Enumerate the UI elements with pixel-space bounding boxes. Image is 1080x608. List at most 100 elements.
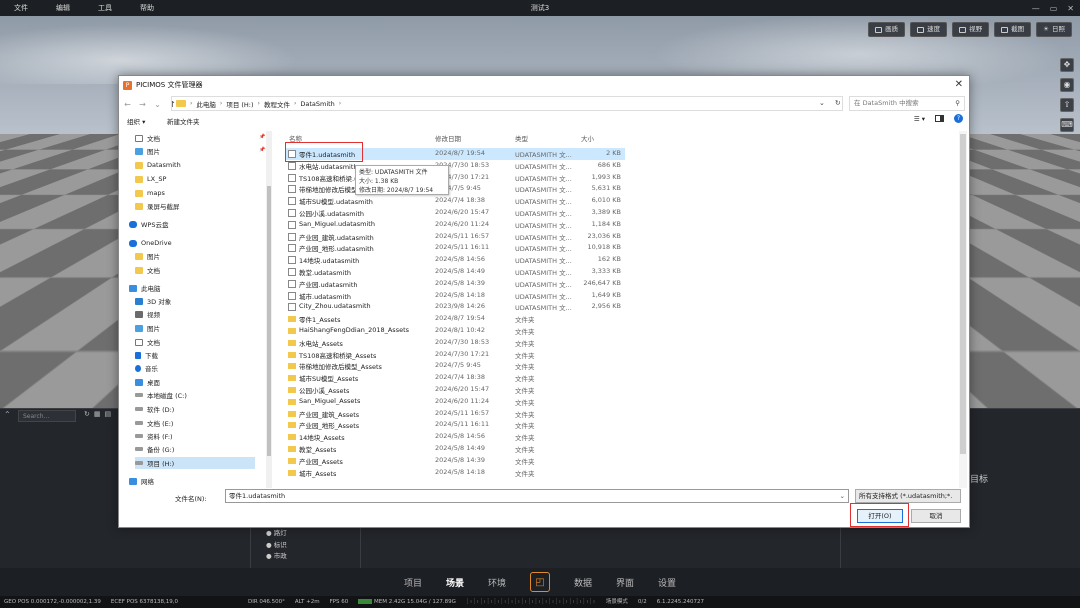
file-row[interactable]: 城市.udatasmith 2024/5/8 14:18 UDATASMITH 文.…	[285, 290, 625, 302]
nav-item[interactable]: maps	[135, 187, 165, 199]
close-icon[interactable]: ✕	[1067, 4, 1074, 13]
refresh-icon[interactable]: ↻	[84, 410, 90, 418]
tab-environment[interactable]: 环境	[488, 576, 506, 589]
nav-scrollbar-thumb[interactable]	[267, 186, 271, 456]
file-row[interactable]: HaiShangFengDdian_2018_Assets 2024/8/1 10…	[285, 325, 625, 337]
file-row[interactable]: 带梯地加修改后模型_Assets 2024/7/5 9:45 文件夹	[285, 360, 625, 372]
nav-item[interactable]: OneDrive	[129, 237, 172, 249]
file-list-scrollbar-thumb[interactable]	[960, 134, 966, 454]
asset-search-input[interactable]: Search...	[18, 410, 76, 422]
breadcrumb-item[interactable]: 此电脑	[196, 99, 216, 109]
nav-item[interactable]: LX_SP	[135, 173, 166, 185]
view-button[interactable]: 视野	[952, 22, 990, 37]
file-row[interactable]: 教堂.udatasmith 2024/5/8 14:49 UDATASMITH 文.…	[285, 266, 625, 278]
layer-item[interactable]: ● 标识	[266, 540, 287, 552]
file-row[interactable]: TS108高速和桥梁_Assets 2024/7/30 17:21 文件夹	[285, 349, 625, 361]
nav-item[interactable]: 视频	[135, 308, 160, 320]
nav-item[interactable]: 网络	[129, 475, 154, 487]
nav-item[interactable]: 文档	[135, 336, 160, 348]
column-type[interactable]: 类型	[515, 133, 528, 143]
menu-tools[interactable]: 工具	[84, 0, 126, 16]
file-row[interactable]: 产业园_Assets 2024/5/8 14:39 文件夹	[285, 455, 625, 467]
file-row[interactable]: 产业园_地形.udatasmith 2024/5/11 16:11 UDATASMI…	[285, 242, 625, 254]
file-row[interactable]: 产业园_建筑.udatasmith 2024/5/11 16:57 UDATASMI…	[285, 231, 625, 243]
nav-item[interactable]: 此电脑	[129, 282, 161, 294]
help-icon[interactable]: ?	[954, 114, 963, 123]
file-row[interactable]: 零件1_Assets 2024/8/7 19:54 文件夹	[285, 313, 625, 325]
file-row[interactable]: San_Miguel_Assets 2024/6/20 11:24 文件夹	[285, 396, 625, 408]
breadcrumb-item[interactable]: 教程文件	[264, 99, 290, 109]
preview-pane-icon[interactable]	[935, 115, 944, 122]
nav-item[interactable]: 备份 (G:)	[135, 443, 174, 455]
keyboard-icon[interactable]: ⌨	[1060, 118, 1074, 132]
nav-item[interactable]: 桌面	[135, 376, 160, 388]
file-row[interactable]: 产业园_地形_Assets 2024/5/11 16:11 文件夹	[285, 419, 625, 431]
dropdown-icon[interactable]: ⌄	[819, 99, 825, 107]
grid-icon[interactable]: ▦	[94, 410, 101, 418]
speed-button[interactable]: 速度	[910, 22, 948, 37]
nav-item[interactable]: 项目 (H:)	[135, 457, 255, 469]
quality-button[interactable]: 画质	[868, 22, 906, 37]
nav-item[interactable]: 3D 对象	[135, 295, 171, 307]
orbit-icon[interactable]: ◉	[1060, 78, 1074, 92]
column-date[interactable]: 修改日期	[435, 133, 461, 143]
nav-item[interactable]: 音乐	[135, 362, 158, 374]
nav-item[interactable]: 录屏与截屏	[135, 200, 180, 212]
chevron-down-icon[interactable]: ⌄	[840, 490, 845, 502]
breadcrumb-item[interactable]: DataSmith	[300, 100, 334, 108]
nav-item[interactable]: 文档	[135, 132, 160, 144]
nav-item[interactable]: 文档	[135, 264, 160, 276]
file-row[interactable]: San_Miguel.udatasmith 2024/6/20 11:24 UDAT…	[285, 219, 625, 231]
cancel-button[interactable]: 取消	[911, 509, 961, 523]
file-row[interactable]: City_Zhou.udatasmith 2023/9/8 14:26 UDATAS…	[285, 301, 625, 313]
file-row[interactable]: 带梯地加修改后模型.udatasmith 2024/7/5 9:45 UDATASM…	[285, 183, 625, 195]
file-row[interactable]: 公园小溪.udatasmith 2024/6/20 15:47 UDATASMITH…	[285, 207, 625, 219]
move-icon[interactable]: ✥	[1060, 58, 1074, 72]
list-icon[interactable]: ▤	[105, 410, 112, 418]
refresh-icon[interactable]: ↻	[835, 99, 841, 107]
walk-icon[interactable]: ⇧	[1060, 98, 1074, 112]
file-row[interactable]: 公园小溪_Assets 2024/6/20 15:47 文件夹	[285, 384, 625, 396]
nav-item[interactable]: 下载	[135, 349, 158, 361]
file-row[interactable]: 教堂_Assets 2024/5/8 14:49 文件夹	[285, 443, 625, 455]
nav-item[interactable]: Datasmith	[135, 159, 181, 171]
file-row[interactable]: 城市SU模型_Assets 2024/7/4 18:38 文件夹	[285, 372, 625, 384]
column-size[interactable]: 大小	[581, 133, 594, 143]
tab-project[interactable]: 项目	[404, 576, 422, 589]
minimize-icon[interactable]: —	[1032, 4, 1040, 13]
collapse-icon[interactable]: ⌃	[4, 410, 11, 419]
file-row[interactable]: 城市_Assets 2024/5/8 14:18 文件夹	[285, 467, 625, 479]
recent-icon[interactable]: ⌄	[153, 100, 162, 109]
organize-button[interactable]: 组织 ▾	[127, 116, 145, 126]
address-bar[interactable]: › 此电脑 › 项目 (H:) › 教程文件 › DataSmith ›	[171, 96, 843, 111]
file-row[interactable]: 14地块.udatasmith 2024/5/8 14:56 UDATASMITH …	[285, 254, 625, 266]
nav-item[interactable]: 图片	[135, 145, 160, 157]
tab-settings[interactable]: 设置	[658, 576, 676, 589]
nav-item[interactable]: 资料 (F:)	[135, 430, 173, 442]
new-folder-button[interactable]: 新建文件夹	[167, 116, 200, 126]
folder-search-input[interactable]: 在 DataSmith 中搜索 ⚲	[849, 96, 965, 111]
tab-data[interactable]: 数据	[574, 576, 592, 589]
file-row[interactable]: 水电站_Assets 2024/7/30 18:53 文件夹	[285, 337, 625, 349]
file-row[interactable]: 城市SU模型.udatasmith 2024/7/4 18:38 UDATASMIT…	[285, 195, 625, 207]
forward-icon[interactable]: →	[138, 100, 147, 109]
pin-icon[interactable]: 📌	[259, 134, 265, 140]
dialog-close-icon[interactable]: ✕	[955, 79, 963, 90]
file-row[interactable]: 产业园_建筑_Assets 2024/5/11 16:57 文件夹	[285, 408, 625, 420]
pin-icon[interactable]: 📌	[259, 147, 265, 153]
breadcrumb-item[interactable]: 项目 (H:)	[226, 99, 253, 109]
nav-item[interactable]: WPS云盘	[129, 218, 168, 230]
file-type-select[interactable]: 所有支持格式 (*.udatasmith;*.	[855, 489, 961, 503]
menu-help[interactable]: 帮助	[126, 0, 168, 16]
nav-item[interactable]: 图片	[135, 250, 160, 262]
nav-item[interactable]: 本地磁盘 (C:)	[135, 389, 187, 401]
nav-item[interactable]: 文档 (E:)	[135, 417, 173, 429]
view-mode-icon[interactable]: ☰ ▾	[914, 115, 925, 123]
file-row[interactable]: TS108高速和桥梁.udatasmith 2024/7/30 17:21 UDAT…	[285, 172, 625, 184]
nav-item[interactable]: 软件 (D:)	[135, 403, 174, 415]
app-logo-icon[interactable]: ◰	[530, 572, 550, 592]
maximize-icon[interactable]: ▭	[1050, 4, 1058, 13]
tab-scene[interactable]: 场景	[446, 576, 464, 589]
menu-edit[interactable]: 编辑	[42, 0, 84, 16]
back-icon[interactable]: ←	[123, 100, 132, 109]
